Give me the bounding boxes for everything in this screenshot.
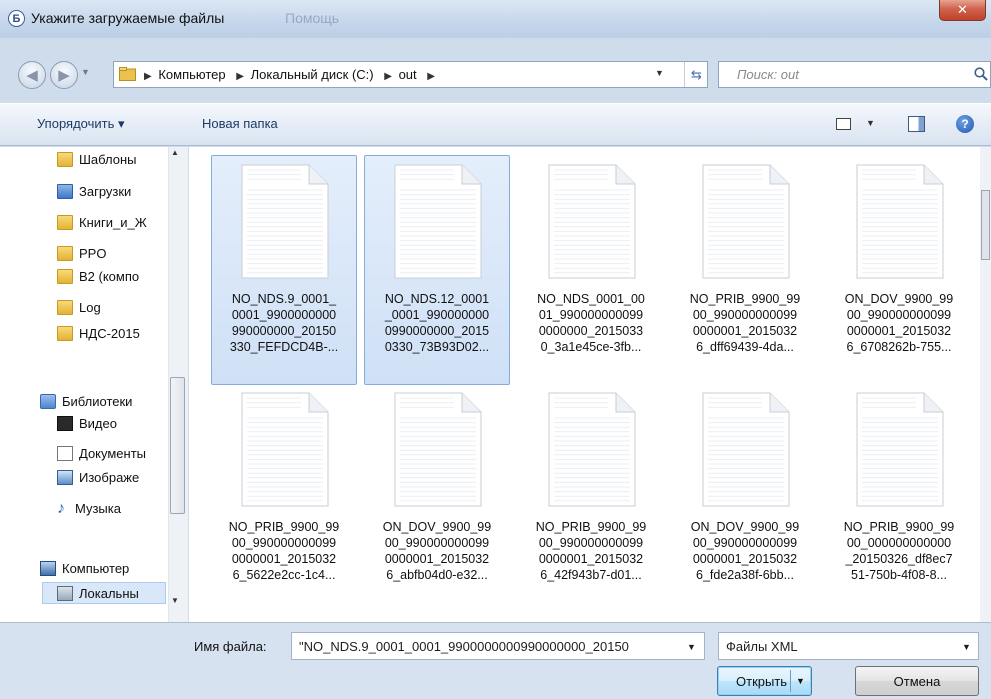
scroll-up-icon[interactable]: ▲ (171, 148, 179, 157)
breadcrumb: ▶ Компьютер ▶ Локальный диск (C:) ▶ out … (140, 67, 438, 82)
nav-item-libraries[interactable]: Библиотеки (40, 390, 188, 412)
forward-button[interactable]: ▶ (50, 61, 78, 89)
xml-file-icon (394, 164, 482, 279)
file-name: NO_PRIB_9900_99 00_990000000099 0000001_… (228, 520, 340, 582)
close-button[interactable]: ✕ (939, 0, 986, 21)
xml-file-icon (702, 164, 790, 279)
file-name: NO_NDS_0001_00 01_990000000099 0000000_2… (537, 292, 645, 354)
music-icon: ♪ (57, 499, 65, 517)
new-folder-button[interactable]: Новая папка (202, 116, 278, 131)
address-dropdown-icon[interactable]: ▼ (655, 68, 664, 78)
documents-icon (57, 445, 73, 461)
search-placeholder: Поиск: out (737, 67, 799, 82)
downloads-icon (57, 183, 73, 199)
nav-item-computer[interactable]: Компьютер (40, 557, 188, 579)
xml-file-icon (548, 392, 636, 507)
breadcrumb-arrow-icon[interactable]: ▶ (427, 71, 435, 82)
xml-file-icon (702, 392, 790, 507)
title-bar: Б Укажите загружаемые файлы Помощь ✕ (0, 0, 991, 38)
file-item[interactable]: NO_PRIB_9900_99 00_990000000099 0000001_… (672, 155, 818, 385)
xml-file-icon (856, 392, 944, 507)
breadcrumb-local-disk[interactable]: Локальный диск (C:) (251, 67, 374, 82)
search-icon[interactable] (974, 67, 988, 81)
folder-icon (57, 151, 73, 167)
computer-icon (40, 560, 56, 576)
folder-icon (57, 268, 73, 284)
window-title: Укажите загружаемые файлы (31, 10, 225, 26)
search-input[interactable]: Поиск: out (718, 61, 991, 88)
background-window-title: Помощь (285, 10, 340, 26)
preview-pane-icon[interactable] (908, 116, 925, 132)
recent-pages-dropdown[interactable]: ▼ (81, 67, 95, 83)
xml-file-icon (548, 164, 636, 279)
filetype-value: Файлы XML (726, 639, 798, 654)
back-button[interactable]: ◀ (18, 61, 46, 89)
breadcrumb-arrow-icon[interactable]: ▶ (384, 71, 392, 82)
back-arrow-icon: ◀ (26, 67, 38, 84)
dialog-footer: Имя файла: "NO_NDS.9_0001_0001_990000000… (0, 622, 991, 699)
file-item[interactable]: NO_PRIB_9900_99 00_000000000000 _2015032… (826, 383, 972, 613)
folder-icon (57, 325, 73, 341)
file-name: ON_DOV_9900_99 00_990000000099 0000001_2… (844, 292, 954, 354)
folder-icon (57, 214, 73, 230)
breadcrumb-out[interactable]: out (399, 67, 417, 82)
file-name: NO_NDS.9_0001_ 0001_9900000000 990000000… (229, 292, 339, 354)
open-button[interactable]: Открыть ▼ (717, 666, 812, 696)
file-item[interactable]: NO_NDS.12_0001 _0001_990000000 099000000… (364, 155, 510, 385)
filename-dropdown-icon[interactable]: ▼ (687, 642, 696, 652)
app-icon: Б (8, 10, 25, 27)
file-name: NO_NDS.12_0001 _0001_990000000 099000000… (384, 292, 490, 354)
open-button-label: Открыть (736, 673, 788, 689)
open-dropdown-icon[interactable]: ▼ (796, 676, 805, 686)
local-disk-icon (57, 585, 73, 601)
filename-value: "NO_NDS.9_0001_0001_9900000000990000000_… (299, 639, 629, 654)
breadcrumb-arrow-icon[interactable]: ▶ (236, 71, 244, 82)
libraries-icon (40, 393, 56, 409)
file-item[interactable]: NO_PRIB_9900_99 00_990000000099 0000001_… (211, 383, 357, 613)
file-item[interactable]: ON_DOV_9900_99 00_990000000099 0000001_2… (672, 383, 818, 613)
filetype-dropdown-icon[interactable]: ▼ (962, 642, 971, 652)
breadcrumb-computer[interactable]: Компьютер (158, 67, 225, 82)
pictures-icon (57, 469, 73, 485)
folder-icon (57, 299, 73, 315)
nav-item-local-disk[interactable]: Локальны (42, 582, 166, 604)
navigation-pane: Шаблоны Загрузки Книги_и_Ж PPO B2 (компо… (0, 147, 189, 622)
folder-icon (119, 67, 136, 81)
xml-file-icon (394, 392, 482, 507)
filename-label: Имя файла: (194, 639, 267, 654)
view-mode-icon[interactable] (836, 118, 851, 130)
video-icon (57, 415, 73, 431)
file-item[interactable]: ON_DOV_9900_99 00_990000000099 0000001_2… (826, 155, 972, 385)
folder-icon (57, 245, 73, 261)
file-name: NO_PRIB_9900_99 00_990000000099 0000001_… (535, 520, 647, 582)
view-mode-dropdown-icon[interactable]: ▼ (866, 118, 875, 128)
cancel-button[interactable]: Отмена (855, 666, 979, 696)
breadcrumb-arrow-icon[interactable]: ▶ (144, 71, 152, 82)
file-item[interactable]: NO_PRIB_9900_99 00_990000000099 0000001_… (518, 383, 664, 613)
file-name: NO_PRIB_9900_99 00_000000000000 _2015032… (843, 520, 955, 582)
nav-scrollbar-thumb[interactable] (170, 377, 185, 514)
xml-file-icon (241, 164, 329, 279)
xml-file-icon (856, 164, 944, 279)
filetype-select[interactable]: Файлы XML ▼ (718, 632, 979, 660)
file-item[interactable]: NO_NDS.9_0001_ 0001_9900000000 990000000… (211, 155, 357, 385)
organize-menu[interactable]: Упорядочить ▾ (37, 116, 125, 132)
split-divider (790, 670, 791, 692)
forward-arrow-icon: ▶ (58, 67, 70, 84)
file-name: NO_PRIB_9900_99 00_990000000099 0000001_… (689, 292, 801, 354)
filename-input[interactable]: "NO_NDS.9_0001_0001_9900000000990000000_… (291, 632, 705, 660)
address-bar[interactable]: ▶ Компьютер ▶ Локальный диск (C:) ▶ out … (113, 61, 708, 88)
file-item[interactable]: ON_DOV_9900_99 00_990000000099 0000001_2… (364, 383, 510, 613)
file-scrollbar-thumb[interactable] (981, 190, 990, 260)
file-item[interactable]: NO_NDS_0001_00 01_990000000099 0000000_2… (518, 155, 664, 385)
xml-file-icon (241, 392, 329, 507)
file-grid: NO_NDS.9_0001_ 0001_9900000000 990000000… (189, 147, 980, 622)
refresh-icon[interactable]: ⇆ (684, 62, 708, 87)
file-name: ON_DOV_9900_99 00_990000000099 0000001_2… (690, 520, 800, 582)
file-name: ON_DOV_9900_99 00_990000000099 0000001_2… (382, 520, 492, 582)
scroll-down-icon[interactable]: ▼ (171, 596, 179, 605)
help-icon[interactable]: ? (956, 115, 974, 133)
toolbar: Упорядочить ▾ Новая папка ▼ ? (0, 103, 991, 146)
